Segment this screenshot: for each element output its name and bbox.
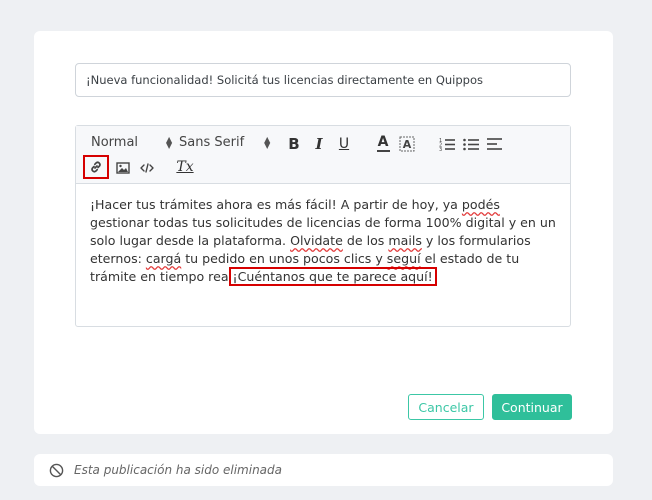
misspelled-word: podés	[461, 197, 500, 212]
rich-text-editor: Normal ▲ ▼ Sans Serif ▲ ▼ B I U A A 1 2 …	[75, 125, 571, 327]
bold-button[interactable]: B	[283, 134, 305, 154]
image-button[interactable]	[112, 158, 134, 178]
italic-button[interactable]: I	[308, 134, 330, 154]
link-button[interactable]	[83, 155, 109, 179]
align-button[interactable]	[484, 134, 506, 154]
header-picker[interactable]: Normal ▲ ▼	[91, 135, 172, 150]
misspelled-word: Olvidate	[290, 233, 343, 248]
image-icon	[116, 162, 130, 174]
misspelled-word: mails	[388, 233, 422, 248]
underline-icon: U	[338, 136, 350, 152]
prohibited-icon	[48, 462, 64, 478]
text-color-letter: A	[377, 133, 389, 150]
svg-text:A: A	[403, 138, 412, 151]
background-color-icon: A	[399, 136, 415, 152]
clean-format-button[interactable]: Tx	[174, 157, 196, 177]
deleted-post-notice: Esta publicación ha sido eliminada	[34, 454, 613, 486]
ordered-list-icon: 1 2 3	[439, 138, 455, 151]
text-color-bar	[376, 149, 390, 152]
body-text: de los	[342, 233, 389, 248]
post-body-paragraph: ¡Hacer tus trámites ahora es más fácil! …	[90, 196, 556, 286]
misspelled-word: seguí	[386, 251, 421, 266]
continue-button[interactable]: Continuar	[492, 394, 572, 420]
body-text: ¡Hacer tus trámites ahora es más fácil! …	[90, 197, 462, 212]
code-button[interactable]	[136, 158, 158, 178]
body-text: tu pedido en unos pocos clics y	[181, 251, 387, 266]
inserted-link-text[interactable]: ¡Cuéntanos que te parece aquí!	[228, 267, 437, 286]
post-title-input[interactable]	[75, 63, 571, 97]
clean-format-icon: Tx	[176, 159, 193, 175]
svg-text:3: 3	[439, 147, 442, 151]
link-icon	[91, 161, 101, 173]
misspelled-word: cargá	[145, 251, 182, 266]
code-icon	[140, 163, 154, 173]
post-editor-card: Normal ▲▼ Sans Serif ▲▼ B I U A A	[34, 31, 613, 434]
text-color-icon: A	[376, 133, 390, 152]
font-picker[interactable]: Sans Serif ▲ ▼	[179, 135, 270, 150]
align-left-icon	[487, 138, 502, 150]
ordered-list-button[interactable]: 1 2 3	[436, 134, 458, 154]
cancel-button[interactable]: Cancelar	[408, 394, 484, 420]
editor-content[interactable]: ¡Hacer tus trámites ahora es más fácil! …	[76, 184, 570, 298]
bullet-list-button[interactable]	[460, 134, 482, 154]
background-color-button[interactable]: A	[396, 134, 418, 154]
text-color-button[interactable]: A	[372, 134, 394, 154]
italic-icon: I	[315, 135, 323, 153]
font-picker-label: Sans Serif	[179, 135, 245, 150]
header-picker-arrows-icon: ▲ ▼	[166, 134, 173, 150]
header-picker-label: Normal	[91, 135, 139, 150]
clean-format-label: Tx	[176, 159, 194, 175]
editor-toolbar: Normal ▲ ▼ Sans Serif ▲ ▼ B I U A A 1 2 …	[76, 126, 570, 184]
deleted-notice-text: Esta publicación ha sido eliminada	[74, 463, 282, 477]
font-picker-arrows-icon: ▲ ▼	[264, 134, 271, 150]
underline-button[interactable]: U	[333, 134, 355, 154]
bold-icon: B	[288, 135, 300, 153]
bullet-list-icon	[463, 138, 479, 151]
